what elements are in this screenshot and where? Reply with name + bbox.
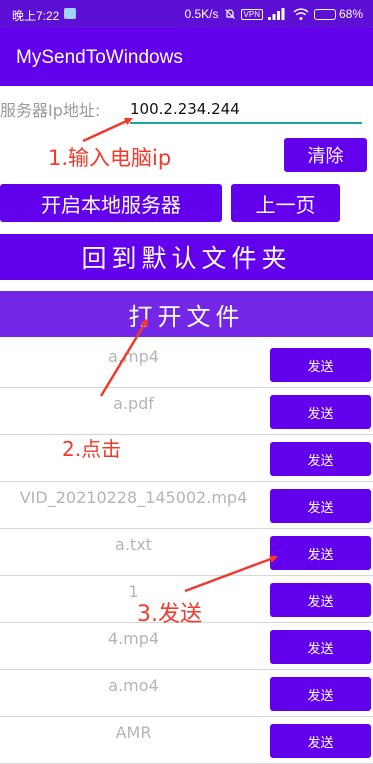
app-title: MySendToWindows — [16, 47, 183, 68]
vpn-badge: VPN — [240, 8, 263, 20]
file-name: a.pdf — [113, 394, 154, 413]
list-item: a.mo4 发送 — [0, 670, 373, 717]
list-item: a.pdf 发送 — [0, 388, 373, 435]
status-time: 晚上7:22 — [12, 9, 60, 23]
file-name: VID_20210228_145002.mp4 — [19, 488, 248, 507]
file-name: a.txt — [115, 535, 152, 554]
server-ip-input[interactable] — [130, 96, 362, 124]
alarm-off-icon — [224, 9, 235, 19]
send-button[interactable]: 发送 — [270, 630, 371, 664]
file-name: AMR — [115, 723, 152, 742]
start-server-button[interactable]: 开启本地服务器 — [0, 184, 222, 222]
annotation-arrow-step1 — [82, 117, 133, 143]
send-button[interactable]: 发送 — [270, 583, 371, 617]
list-item: a.mp4 发送 — [0, 341, 373, 388]
send-button[interactable]: 发送 — [270, 724, 371, 758]
list-item: AMR 发送 — [0, 717, 373, 764]
list-item: VID_20210228_145002.mp4 发送 — [0, 482, 373, 529]
wifi-icon — [293, 8, 309, 20]
list-item: a.txt 发送 — [0, 529, 373, 576]
battery-indicator: 68% — [313, 7, 363, 21]
file-name: 1 — [128, 582, 139, 601]
annotation-step1: 1.输入电脑ip — [48, 146, 172, 170]
clear-button[interactable]: 清除 — [284, 138, 367, 172]
send-button[interactable]: 发送 — [270, 348, 371, 382]
status-indicators: 0.5K/s VPN 68% — [184, 7, 363, 21]
previous-page-button[interactable]: 上一页 — [231, 184, 340, 222]
network-speed: 0.5K/s — [184, 7, 219, 21]
send-button[interactable]: 发送 — [270, 442, 371, 476]
send-button[interactable]: 发送 — [270, 677, 371, 711]
app-bar: MySendToWindows — [0, 28, 373, 86]
open-file-button[interactable]: 打开文件 — [0, 291, 373, 337]
send-button[interactable]: 发送 — [270, 395, 371, 429]
status-bar: 晚上7:22 0.5K/s VPN 68% — [0, 0, 373, 28]
file-name: 4.mp4 — [107, 629, 160, 648]
send-button[interactable]: 发送 — [270, 536, 371, 570]
annotation-step2: 2.点击 — [62, 437, 122, 461]
battery-level: 68% — [338, 7, 363, 21]
default-folder-button[interactable]: 回到默认文件夹 — [0, 234, 373, 280]
battery-icon — [313, 8, 336, 20]
send-button[interactable]: 发送 — [270, 489, 371, 523]
cellular-signal-icon — [267, 8, 285, 20]
list-item: 发送 — [0, 435, 373, 482]
annotation-step3: 3.发送 — [137, 602, 202, 627]
file-name: a.mo4 — [108, 676, 159, 695]
list-item: 4.mp4 发送 — [0, 623, 373, 670]
notification-app-icon — [64, 8, 76, 19]
file-name: a.mp4 — [108, 347, 159, 366]
server-ip-label: 服务器Ip地址: — [0, 101, 101, 120]
file-list: a.mp4 发送 a.pdf 发送 发送 VID_20210228_145002… — [0, 341, 373, 764]
